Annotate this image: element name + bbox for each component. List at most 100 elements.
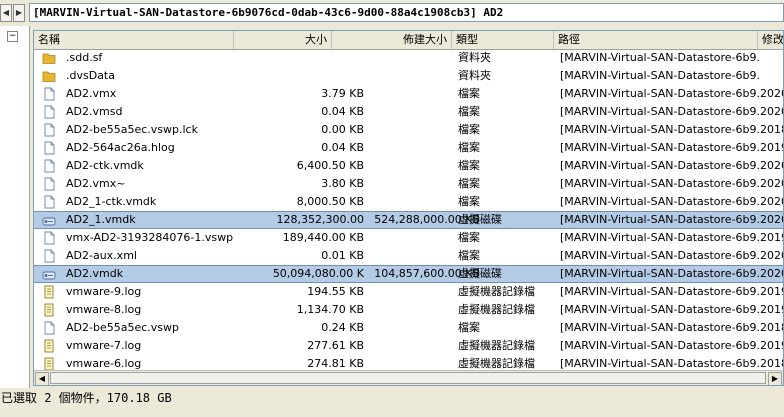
file-icon: [42, 123, 56, 137]
table-row[interactable]: .dvsData 資料夾 [MARVIN-Virtual-SAN-Datastore…: [34, 67, 783, 85]
cell-name: .dvsData: [66, 69, 115, 82]
cell-name: vmx-AD2-3193284076-1.vswp: [66, 231, 234, 244]
cell-modified: 2020: [760, 249, 783, 262]
cell-modified: 2019: [760, 285, 783, 298]
cell-type: 檔案: [458, 123, 480, 136]
cell-modified: 2020: [760, 87, 783, 100]
cell-name: vmware-9.log: [66, 285, 142, 298]
cell-name: AD2-be55a5ec.vswp: [66, 321, 179, 334]
cell-modified: 2020: [760, 267, 783, 280]
file-list[interactable]: 名稱 大小 佈建大小 類型 路徑 修改 .sdd.sf 資料夾 [MARVIN-Vi…: [33, 30, 784, 386]
cell-modified: 2019: [760, 339, 783, 352]
cell-size: 1,134.70 KB: [296, 303, 364, 316]
cell-name: AD2_1-ctk.vmdk: [66, 195, 157, 208]
back-button[interactable]: ◀: [0, 4, 12, 22]
horizontal-scrollbar[interactable]: ◀ ▶: [34, 370, 783, 385]
scroll-thumb[interactable]: [50, 372, 766, 384]
cell-name: AD2_1.vmdk: [66, 213, 136, 226]
cell-size: 277.61 KB: [307, 339, 364, 352]
cell-type: 檔案: [458, 249, 480, 262]
table-row[interactable]: AD2.vmdk 50,094,080.00 K 104,857,600.00 KB…: [34, 265, 783, 283]
cell-size: 6,400.50 KB: [296, 159, 364, 172]
cell-type: 檔案: [458, 159, 480, 172]
cell-modified: 2019: [760, 303, 783, 316]
cell-size: 3.79 KB: [321, 87, 364, 100]
status-text: 已選取 2 個物件，170.18 GB: [1, 391, 172, 405]
file-icon: [42, 159, 56, 173]
table-row[interactable]: AD2_1.vmdk 128,352,300.00 524,288,000.00 K…: [34, 211, 783, 229]
file-rows: .sdd.sf 資料夾 [MARVIN-Virtual-SAN-Datastore-…: [34, 49, 783, 373]
table-row[interactable]: .sdd.sf 資料夾 [MARVIN-Virtual-SAN-Datastore-…: [34, 49, 783, 67]
cell-path: [MARVIN-Virtual-SAN-Datastore-6b9...: [560, 141, 760, 154]
log-file-icon: [42, 303, 56, 317]
folder-icon: [42, 69, 56, 83]
cell-path: [MARVIN-Virtual-SAN-Datastore-6b9...: [560, 177, 760, 190]
cell-type: 資料夾: [458, 69, 491, 82]
column-provisioned[interactable]: 佈建大小: [332, 31, 452, 49]
path-text: [MARVIN-Virtual-SAN-Datastore-6b9076cd-0…: [33, 6, 504, 19]
collapse-toggle[interactable]: −: [7, 31, 18, 42]
cell-type: 檔案: [458, 141, 480, 154]
scroll-left-button[interactable]: ◀: [35, 372, 49, 385]
cell-modified: 2020: [760, 195, 783, 208]
cell-size: 0.04 KB: [321, 105, 364, 118]
cell-name: AD2.vmdk: [66, 267, 124, 280]
column-name[interactable]: 名稱: [34, 31, 234, 49]
file-icon: [42, 231, 56, 245]
table-row[interactable]: AD2-ctk.vmdk 6,400.50 KB 檔案 [MARVIN-Virtual…: [34, 157, 783, 175]
table-row[interactable]: vmware-7.log 277.61 KB 虛擬機器記錄檔 [MARVIN-Virt…: [34, 337, 783, 355]
cell-path: [MARVIN-Virtual-SAN-Datastore-6b9...: [560, 303, 760, 316]
table-row[interactable]: vmware-9.log 194.55 KB 虛擬機器記錄檔 [MARVIN-Virt…: [34, 283, 783, 301]
cell-modified: 2019: [760, 141, 783, 154]
cell-type: 虛擬磁碟: [458, 267, 502, 280]
table-row[interactable]: AD2-be55a5ec.vswp.lck 0.00 KB 檔案 [MARVIN-Vi…: [34, 121, 783, 139]
file-icon: [42, 141, 56, 155]
cell-name: vmware-7.log: [66, 339, 142, 352]
cell-modified: 2018: [760, 321, 783, 334]
cell-size: 0.24 KB: [321, 321, 364, 334]
table-row[interactable]: AD2.vmx~ 3.80 KB 檔案 [MARVIN-Virtual-SAN-Dat…: [34, 175, 783, 193]
log-file-icon: [42, 285, 56, 299]
cell-size: 8,000.50 KB: [296, 195, 364, 208]
table-row[interactable]: AD2-be55a5ec.vswp 0.24 KB 檔案 [MARVIN-Virtua…: [34, 319, 783, 337]
cell-name: AD2-564ac26a.hlog: [66, 141, 175, 154]
cell-name: AD2.vmsd: [66, 105, 123, 118]
file-icon: [42, 87, 56, 101]
cell-path: [MARVIN-Virtual-SAN-Datastore-6b9...: [560, 159, 760, 172]
table-row[interactable]: vmx-AD2-3193284076-1.vswp 189,440.00 KB 檔案…: [34, 229, 783, 247]
cell-type: 虛擬機器記錄檔: [458, 285, 535, 298]
table-row[interactable]: AD2.vmsd 0.04 KB 檔案 [MARVIN-Virtual-SAN-Dat…: [34, 103, 783, 121]
cell-path: [MARVIN-Virtual-SAN-Datastore-6b9...: [560, 321, 760, 334]
cell-modified: [760, 49, 783, 67]
table-row[interactable]: AD2-564ac26a.hlog 0.04 KB 檔案 [MARVIN-Virtua…: [34, 139, 783, 157]
cell-size: [266, 49, 364, 67]
cell-modified: 2020: [760, 105, 783, 118]
cell-path: [MARVIN-Virtual-SAN-Datastore-6b9...: [560, 285, 760, 298]
cell-modified: 2018: [760, 123, 783, 136]
table-row[interactable]: AD2.vmx 3.79 KB 檔案 [MARVIN-Virtual-SAN-Data…: [34, 85, 783, 103]
column-type[interactable]: 類型: [452, 31, 554, 49]
column-path[interactable]: 路徑: [554, 31, 758, 49]
table-row[interactable]: AD2-aux.xml 0.01 KB 檔案 [MARVIN-Virtual-SAN-…: [34, 247, 783, 265]
cell-name: AD2-aux.xml: [66, 249, 137, 262]
cell-name: AD2.vmx~: [66, 177, 126, 190]
cell-modified: 2020: [760, 213, 783, 226]
cell-type: 檔案: [458, 231, 480, 244]
forward-button[interactable]: ▶: [13, 4, 25, 22]
cell-name: AD2-ctk.vmdk: [66, 159, 144, 172]
column-header: 名稱 大小 佈建大小 類型 路徑 修改: [34, 31, 783, 50]
cell-size: 194.55 KB: [307, 285, 364, 298]
table-row[interactable]: AD2_1-ctk.vmdk 8,000.50 KB 檔案 [MARVIN-Virtu…: [34, 193, 783, 211]
virtual-disk-icon: [42, 268, 56, 282]
folder-tree[interactable]: −: [0, 26, 30, 388]
cell-size: 3.80 KB: [321, 177, 364, 190]
column-modified[interactable]: 修改: [758, 31, 783, 49]
toolbar: ◀ ▶ [MARVIN-Virtual-SAN-Datastore-6b9076…: [0, 0, 784, 24]
column-size[interactable]: 大小: [234, 31, 332, 49]
path-field[interactable]: [MARVIN-Virtual-SAN-Datastore-6b9076cd-0…: [29, 3, 784, 22]
scroll-right-button[interactable]: ▶: [768, 372, 782, 385]
file-icon: [42, 105, 56, 119]
cell-type: 檔案: [458, 321, 480, 334]
cell-path: [MARVIN-Virtual-SAN-Datastore-6b9...: [560, 123, 760, 136]
table-row[interactable]: vmware-8.log 1,134.70 KB 虛擬機器記錄檔 [MARVIN-Vi…: [34, 301, 783, 319]
